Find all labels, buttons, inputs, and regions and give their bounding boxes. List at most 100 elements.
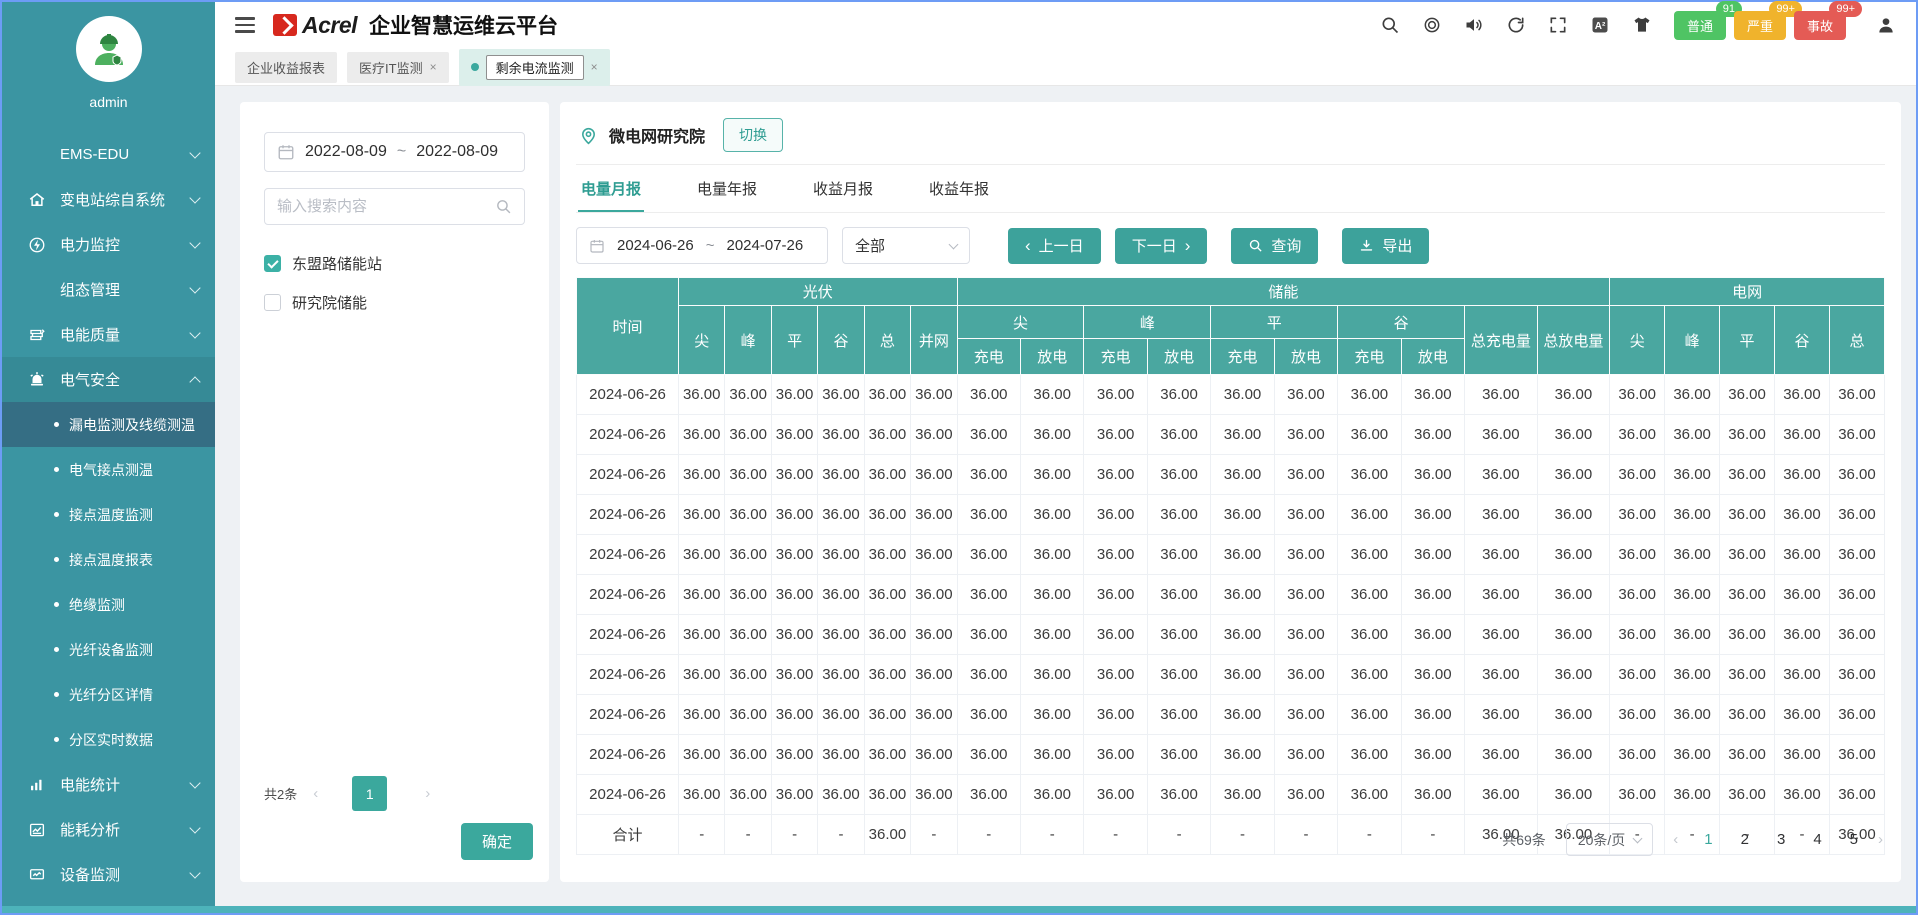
report-tab[interactable]: 收益年报 (926, 165, 992, 212)
station-checkbox-row[interactable]: 研究院储能 (264, 292, 525, 313)
row-value: 36.00 (1337, 574, 1402, 615)
col-charge: 充电 (1083, 338, 1148, 375)
confirm-button[interactable]: 确定 (460, 823, 533, 860)
row-value: 36.00 (1719, 374, 1775, 415)
checkbox-unchecked-icon[interactable] (264, 294, 281, 311)
row-value: 36.00 (863, 654, 912, 695)
translate-icon[interactable]: A² (1590, 15, 1610, 35)
report-tab[interactable]: 收益月报 (810, 165, 876, 212)
row-value: 36.00 (1146, 694, 1212, 735)
row-value: 36.00 (724, 454, 772, 495)
page-button[interactable]: 1 (352, 776, 388, 811)
col-grid-peak: 峰 (1664, 305, 1721, 375)
station-search[interactable] (264, 188, 525, 225)
sidebar-item[interactable]: EMS-EDU (2, 132, 215, 177)
row-value: 36.00 (1609, 534, 1666, 575)
sidebar-item[interactable]: 变电站综自系统 (2, 177, 215, 222)
col-pv-ongrid: 并网 (910, 305, 958, 375)
row-value: 36.00 (956, 654, 1021, 695)
sidebar-subitem[interactable]: 漏电监测及线缆测温 (2, 402, 215, 447)
page-number[interactable]: 3 (1777, 831, 1785, 848)
sidebar-subitem[interactable]: 接点温度报表 (2, 537, 215, 582)
next-day-button[interactable]: 下一日 › (1114, 227, 1208, 264)
filter-date-range[interactable]: 2022-08-09 ~ 2022-08-09 (264, 132, 525, 172)
target-icon[interactable] (1422, 15, 1442, 35)
close-icon[interactable]: × (430, 60, 437, 74)
sidebar-item[interactable]: 电能质量 (2, 312, 215, 357)
table-row: 2024-06-26 36.00 36.00 36.00 36.00 36.00 36.00… (575, 614, 1886, 655)
date-start[interactable]: 2022-08-09 (305, 143, 387, 161)
sidebar-item[interactable]: 电能统计 (2, 762, 215, 807)
sidebar-subitem[interactable]: 电气接点测温 (2, 447, 215, 492)
row-value: 36.00 (1400, 414, 1466, 455)
page-number[interactable]: 1 (1704, 831, 1712, 848)
total-label: 合计 (575, 814, 680, 855)
row-value: 36.00 (678, 614, 726, 655)
refresh-icon[interactable] (1506, 15, 1526, 35)
sidebar-subitem[interactable]: 光纤设备监测 (2, 627, 215, 672)
row-date: 2024-06-26 (575, 694, 680, 735)
sidebar-subitem[interactable]: 接点温度监测 (2, 492, 215, 537)
row-value: 36.00 (770, 654, 819, 695)
report-tab[interactable]: 电量年报 (694, 165, 760, 212)
prev-page-icon[interactable]: ‹ (313, 785, 318, 802)
report-tab[interactable]: 电量月报 (578, 165, 645, 212)
next-page-icon[interactable]: › (425, 785, 430, 802)
switch-station-button[interactable]: 切换 (723, 118, 784, 152)
bullet-icon (54, 422, 59, 427)
total-value: - (678, 814, 726, 855)
station-checkbox-row[interactable]: 东盟路储能站 (264, 253, 525, 274)
alarm-badge[interactable]: 严重 99+ (1733, 0, 1802, 40)
sidebar-item[interactable]: 能耗分析 (2, 807, 215, 852)
workspace-tab[interactable]: 企业收益报表 (235, 51, 338, 83)
search-icon[interactable] (1380, 15, 1400, 35)
scope-select[interactable]: 全部 (842, 227, 970, 264)
alarm-badge[interactable]: 普通 91 (1673, 0, 1742, 40)
sidebar-item[interactable]: 电力监控 (2, 222, 215, 267)
page-number[interactable]: 4 (1813, 831, 1821, 848)
report-date-end[interactable]: 2024-07-26 (727, 237, 804, 254)
workspace-tab[interactable]: 医疗IT监测 × (347, 51, 449, 83)
date-separator: ~ (396, 143, 407, 160)
export-button[interactable]: 导出 (1342, 227, 1430, 264)
checkbox-checked-icon[interactable] (264, 255, 281, 272)
avatar[interactable] (75, 16, 142, 82)
query-button[interactable]: 查询 (1231, 227, 1319, 264)
close-icon[interactable]: × (591, 60, 598, 74)
alarm-badge[interactable]: 事故 99+ (1793, 0, 1862, 40)
next-page-icon[interactable]: › (1878, 831, 1883, 848)
report-date-range[interactable]: 2024-06-26 ~ 2024-07-26 (576, 227, 828, 264)
prev-day-button[interactable]: ‹ 上一日 (1008, 227, 1101, 264)
user-icon[interactable] (1876, 15, 1896, 35)
sidebar-item[interactable]: 设备监测 (2, 852, 215, 897)
fullscreen-icon[interactable] (1548, 15, 1568, 35)
horizontal-scrollbar[interactable] (2, 906, 1916, 913)
search-input[interactable] (277, 198, 495, 215)
page-size-select[interactable]: 20条/页 (1565, 823, 1654, 856)
menu-toggle-icon[interactable] (235, 17, 255, 33)
station-header: 微电网研究院 切换 (576, 114, 1885, 165)
volume-icon[interactable] (1464, 15, 1484, 35)
row-value: 36.00 (1464, 574, 1538, 615)
theme-icon[interactable] (1632, 15, 1652, 35)
workspace-tab[interactable]: 剩余电流监测 × (458, 48, 610, 86)
page-number[interactable]: 2 (1741, 831, 1749, 848)
brand-name: Acrel (302, 11, 358, 38)
report-date-start[interactable]: 2024-06-26 (617, 237, 694, 254)
prev-page-icon[interactable]: ‹ (1673, 831, 1678, 848)
row-value: 36.00 (817, 614, 865, 655)
sidebar-subitem[interactable]: 绝缘监测 (2, 582, 215, 627)
table-row: 2024-06-26 36.00 36.00 36.00 36.00 36.00 36.00… (575, 414, 1886, 455)
sidebar-subitem-label: 接点温度报表 (69, 551, 153, 568)
sidebar-item[interactable]: 电气安全 (2, 357, 215, 402)
sidebar-subitem[interactable]: 光纤分区详情 (2, 672, 215, 717)
row-value: 36.00 (1609, 494, 1666, 535)
date-end[interactable]: 2022-08-09 (416, 143, 498, 161)
row-value: 36.00 (770, 574, 819, 615)
sidebar-subitem[interactable]: 分区实时数据 (2, 717, 215, 762)
page-number[interactable]: 5 (1850, 831, 1858, 848)
row-value: 36.00 (1464, 694, 1538, 735)
row-value: 36.00 (1828, 454, 1886, 495)
sidebar-item[interactable]: 组态管理 (2, 267, 215, 312)
row-value: 36.00 (910, 454, 958, 495)
